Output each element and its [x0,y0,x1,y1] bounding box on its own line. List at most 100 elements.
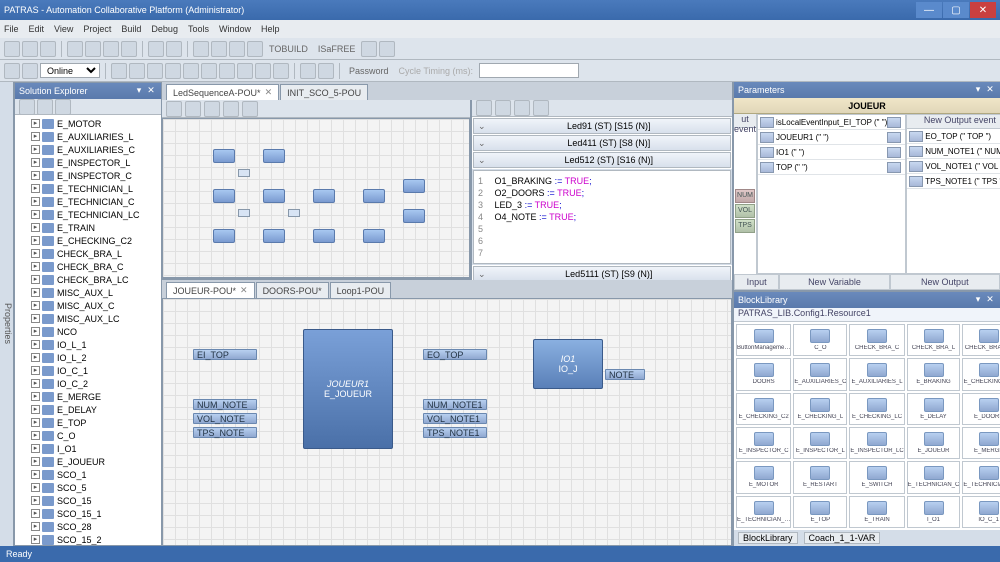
lib-item[interactable]: E_RESTART [793,461,847,493]
close-button[interactable]: ✕ [970,2,996,18]
lib-item[interactable]: CHECK_BRA_LC [962,324,1000,356]
tool-button[interactable] [219,63,235,79]
tool-button[interactable] [40,41,56,57]
tool-button[interactable] [4,63,20,79]
tree-item[interactable]: ▸MISC_AUX_C [17,299,159,312]
expand-icon[interactable]: ▸ [31,509,40,518]
tab-joueur[interactable]: JOUEUR-POU*✕ [166,282,255,298]
tree-item[interactable]: ▸E_TOP [17,416,159,429]
lib-item[interactable]: E_INSPECTOR_C [736,427,791,459]
pin-eo-top[interactable]: EO_TOP [423,349,487,360]
tool-button[interactable] [361,41,377,57]
expand-icon[interactable]: ▸ [31,327,40,336]
param-item[interactable]: TPS_NOTE1 (" TPS ") [907,174,1000,189]
tree-item[interactable]: ▸CHECK_BRA_C [17,260,159,273]
new-variable-button[interactable]: New Variable [779,274,889,290]
expand-icon[interactable]: ▸ [31,223,40,232]
expand-icon[interactable]: ▸ [31,535,40,544]
expand-icon[interactable]: ▸ [31,392,40,401]
expand-icon[interactable]: ▸ [31,314,40,323]
close-tab-icon[interactable]: ✕ [240,285,248,296]
tree-item[interactable]: ▸IO_L_1 [17,338,159,351]
expand-icon[interactable]: ▸ [31,301,40,310]
tool-button[interactable] [147,63,163,79]
tab-loop1[interactable]: Loop1-POU [330,282,392,298]
tree-item[interactable]: ▸E_CHECKING_C2 [17,234,159,247]
tool-button[interactable] [211,41,227,57]
param-item[interactable]: isLocalEventInput_EI_TOP (" ") [758,115,905,130]
tree-item[interactable]: ▸SCO_1 [17,468,159,481]
tab-ledsequencea[interactable]: LedSequenceA-POU*✕ [166,84,279,100]
tree-item[interactable]: ▸SCO_15_2 [17,533,159,545]
pin-icon[interactable]: ▾ [972,84,984,96]
lib-item[interactable]: E_TRAIN [849,496,904,528]
fbd-canvas[interactable]: EI_TOP NUM_NOTE VOL_NOTE TPS_NOTE JOUEUR… [162,298,732,546]
sfc-step[interactable] [263,229,285,243]
lib-item[interactable]: CHECK_BRA_C [849,324,904,356]
tool-button[interactable] [166,41,182,57]
sfc-step[interactable] [313,189,335,203]
sfc-step[interactable] [213,149,235,163]
param-tps[interactable]: TPS [735,219,755,233]
lib-item[interactable]: IO_C_1 [962,496,1000,528]
expand-icon[interactable]: ▸ [31,379,40,388]
tree-item[interactable]: ▸E_TECHNICIAN_C [17,195,159,208]
cycle-input[interactable] [479,63,579,78]
tree-item[interactable]: ▸E_TECHNICIAN_LC [17,208,159,221]
tree-item[interactable]: ▸C_O [17,429,159,442]
lib-item[interactable]: ButtonManageme… [736,324,791,356]
tool-button[interactable] [223,101,239,117]
lib-item[interactable]: E_DOORS [962,393,1000,425]
expand-icon[interactable]: ▸ [31,145,40,154]
expand-icon[interactable]: ▸ [31,184,40,193]
menu-file[interactable]: File [4,24,19,34]
tool-button[interactable] [185,101,201,117]
tool-button[interactable] [129,63,145,79]
menu-window[interactable]: Window [219,24,251,34]
blocklib-tab[interactable]: BlockLibrary [738,532,798,544]
sfc-step[interactable] [263,189,285,203]
lib-item[interactable]: E_AUXILIARIES_L [849,358,904,390]
tool-button[interactable] [533,100,549,116]
expand-icon[interactable]: ▸ [31,236,40,245]
tree-item[interactable]: ▸NCO [17,325,159,338]
param-num[interactable]: NUM [735,189,755,203]
lib-item[interactable]: E_BRAKING [907,358,961,390]
menu-edit[interactable]: Edit [29,24,45,34]
lib-item[interactable]: E_MOTOR [736,461,791,493]
expand-icon[interactable]: ▸ [31,132,40,141]
lib-item[interactable]: E_TOP [793,496,847,528]
sfc-step[interactable] [263,149,285,163]
properties-tab[interactable]: Properties [0,82,14,546]
tree-item[interactable]: ▸SCO_28 [17,520,159,533]
expand-icon[interactable]: ▸ [31,275,40,284]
pin-vol-note1[interactable]: VOL_NOTE1 [423,413,487,424]
menu-help[interactable]: Help [261,24,280,34]
expand-icon[interactable]: ▸ [31,418,40,427]
tool-button[interactable] [201,63,217,79]
tree-item[interactable]: ▸E_MOTOR [17,117,159,130]
tree-item[interactable]: ▸E_JOUEUR [17,455,159,468]
lib-item[interactable]: E_CHECKING_L [793,393,847,425]
tree-item[interactable]: ▸IO_C_1 [17,364,159,377]
close-icon[interactable]: ✕ [984,84,996,96]
tool-button[interactable] [237,63,253,79]
new-output-button[interactable]: New Output [890,274,1000,290]
lib-item[interactable]: E_MERGE [962,427,1000,459]
tool-button[interactable] [22,63,38,79]
lib-item[interactable]: DOORS [736,358,791,390]
expand-icon[interactable]: ▸ [31,431,40,440]
tree-item[interactable]: ▸E_INSPECTOR_L [17,156,159,169]
param-item[interactable]: EO_TOP (" TOP ") [907,129,1000,144]
sfc-canvas[interactable] [162,118,470,278]
tree-item[interactable]: ▸E_DELAY [17,403,159,416]
pin-num-note[interactable]: NUM_NOTE [193,399,257,410]
tree-item[interactable]: ▸SCO_15_1 [17,507,159,520]
tab-initsco5[interactable]: INIT_SCO_5-POU [280,84,368,100]
tool-button[interactable] [318,63,334,79]
tree-item[interactable]: ▸MISC_AUX_LC [17,312,159,325]
tree-item[interactable]: ▸SCO_15 [17,494,159,507]
pin-num-note1[interactable]: NUM_NOTE1 [423,399,487,410]
tree-item[interactable]: ▸E_INSPECTOR_C [17,169,159,182]
expand-icon[interactable]: ▸ [31,470,40,479]
